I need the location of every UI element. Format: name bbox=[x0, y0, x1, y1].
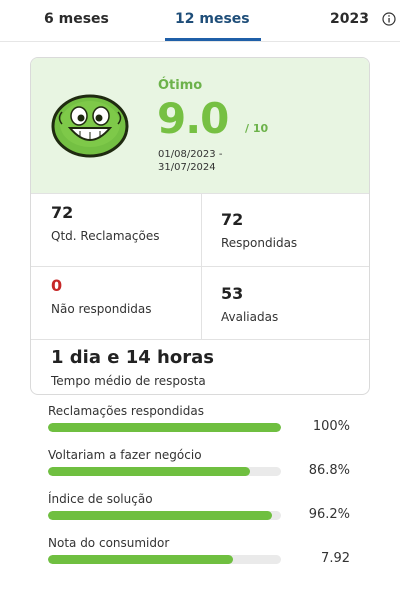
tab-6-meses[interactable]: 6 meses bbox=[44, 11, 109, 27]
metric-would-return: Voltariam a fazer negócio 86.8% bbox=[48, 448, 368, 488]
divider bbox=[201, 193, 202, 339]
metric-value: 7.92 bbox=[321, 551, 350, 566]
progress-fill bbox=[48, 467, 251, 476]
unanswered-label: Não respondidas bbox=[51, 302, 152, 316]
metric-label: Índice de solução bbox=[48, 492, 153, 506]
progress-track bbox=[48, 511, 281, 520]
metric-label: Nota do consumidor bbox=[48, 536, 170, 550]
rated-label: Avaliadas bbox=[221, 310, 279, 324]
tab-12-meses[interactable]: 12 meses bbox=[175, 11, 250, 27]
complaints-label: Qtd. Reclamações bbox=[51, 229, 160, 243]
metric-answered-rate: Reclamações respondidas 100% bbox=[48, 404, 368, 444]
rated-count: 53 bbox=[221, 284, 244, 303]
metric-value: 100% bbox=[312, 419, 350, 434]
progress-fill bbox=[48, 423, 281, 432]
progress-fill bbox=[48, 511, 273, 520]
progress-track bbox=[48, 555, 281, 564]
active-tab-indicator bbox=[165, 38, 261, 41]
metric-solution-index: Índice de solução 96.2% bbox=[48, 492, 368, 532]
unanswered-count: 0 bbox=[51, 276, 63, 295]
progress-fill bbox=[48, 555, 233, 564]
metric-label: Voltariam a fazer negócio bbox=[48, 448, 202, 462]
metric-value: 86.8% bbox=[308, 463, 350, 478]
score-panel: Ótimo 9.0 / 10 01/08/2023 - 31/07/2024 bbox=[31, 58, 369, 193]
response-time-value: 1 dia e 14 horas bbox=[51, 347, 214, 368]
score-max: / 10 bbox=[245, 122, 269, 135]
progress-track bbox=[48, 467, 281, 476]
metric-label: Reclamações respondidas bbox=[48, 404, 204, 418]
tab-2023[interactable]: 2023 bbox=[330, 11, 369, 27]
divider bbox=[31, 339, 369, 340]
period-tabs: 6 meses 12 meses 2023 bbox=[0, 0, 400, 42]
answered-label: Respondidas bbox=[221, 236, 298, 250]
metric-consumer-score: Nota do consumidor 7.92 bbox=[48, 536, 368, 576]
info-icon[interactable] bbox=[382, 12, 396, 26]
rating-label: Ótimo bbox=[158, 78, 203, 93]
smiling-face-icon bbox=[51, 94, 129, 158]
complaints-count: 72 bbox=[51, 203, 74, 222]
period-range: 01/08/2023 - 31/07/2024 bbox=[158, 149, 223, 173]
reputation-score: 9.0 bbox=[157, 94, 229, 143]
reputation-card: Ótimo 9.0 / 10 01/08/2023 - 31/07/2024 7… bbox=[30, 57, 370, 395]
metric-value: 96.2% bbox=[308, 507, 350, 522]
answered-count: 72 bbox=[221, 210, 244, 229]
progress-track bbox=[48, 423, 281, 432]
response-time-label: Tempo médio de resposta bbox=[51, 374, 206, 388]
